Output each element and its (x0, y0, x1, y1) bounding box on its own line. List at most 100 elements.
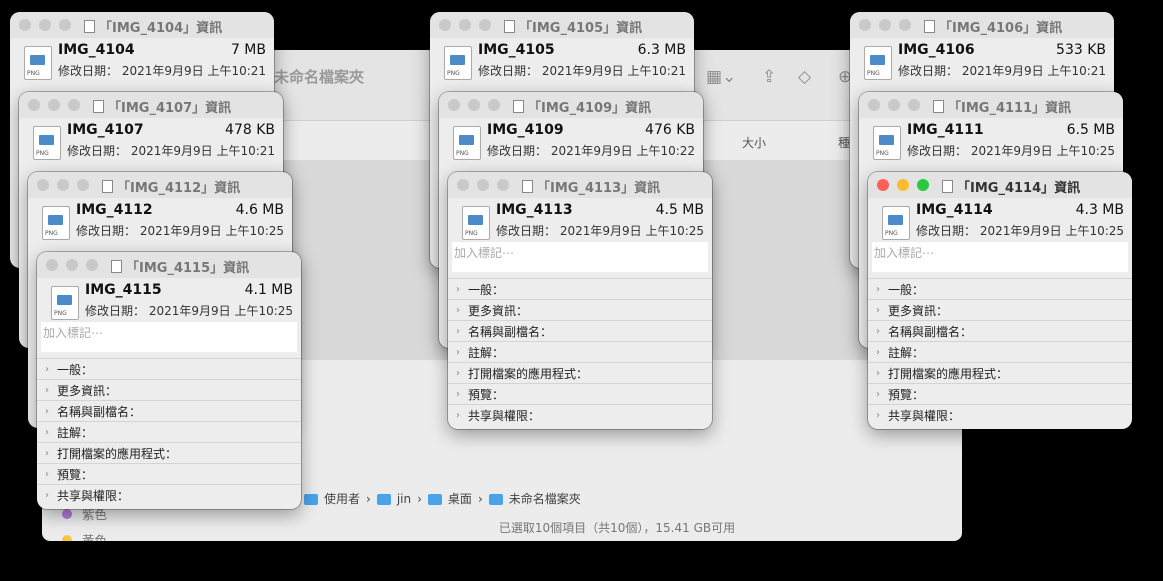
zoom-button[interactable] (488, 99, 500, 111)
share-icon[interactable]: ⇪ (762, 67, 776, 87)
chevron-right-icon: › (456, 367, 460, 379)
info-section[interactable]: › 一般： (868, 278, 1132, 299)
info-section[interactable]: › 註解： (868, 341, 1132, 362)
document-icon (111, 260, 122, 273)
info-section[interactable]: › 註解： (448, 341, 712, 362)
modified-date-value: 2021年9月9日 上午10:25 (970, 144, 1116, 158)
info-section[interactable]: › 打開檔案的應用程式： (448, 362, 712, 383)
close-button[interactable] (877, 179, 889, 191)
zoom-button[interactable] (59, 19, 71, 31)
close-button[interactable] (37, 179, 49, 191)
section-label: 註解： (468, 345, 505, 360)
info-section[interactable]: › 更多資訊： (37, 379, 301, 400)
close-button[interactable] (19, 19, 31, 31)
minimize-button[interactable] (477, 179, 489, 191)
status-bar: 已選取10個項目（共10個），15.41 GB可用 (498, 521, 736, 535)
zoom-button[interactable] (68, 99, 80, 111)
title-bar[interactable]: 「IMG_4113」資訊 (448, 172, 712, 198)
modified-date-value: 2021年9月9日 上午10:21 (121, 64, 267, 78)
modified-date: 修改日期： 2021年9月9日 上午10:22 (487, 142, 695, 159)
png-file-icon: PNG (873, 126, 901, 160)
modified-date: 修改日期： 2021年9月9日 上午10:21 (898, 62, 1106, 79)
path-segment[interactable]: 未命名檔案夾 (509, 490, 581, 507)
title-bar[interactable]: 「IMG_4109」資訊 (439, 92, 703, 118)
info-section[interactable]: › 共享與權限： (868, 404, 1132, 425)
tags-input[interactable]: 加入標記⋯ (452, 242, 708, 272)
info-section[interactable]: › 名稱與副檔名： (868, 320, 1132, 341)
minimize-button[interactable] (66, 259, 78, 271)
file-name: IMG_4115 (85, 282, 162, 298)
info-section[interactable]: › 共享與權限： (448, 404, 712, 425)
minimize-button[interactable] (879, 19, 891, 31)
column-header-kind[interactable]: 種 (838, 134, 850, 156)
zoom-button[interactable] (86, 259, 98, 271)
zoom-button[interactable] (899, 19, 911, 31)
document-icon (513, 100, 524, 113)
title-bar[interactable]: 「IMG_4106」資訊 (850, 12, 1114, 38)
png-file-icon: PNG (33, 126, 61, 160)
path-segment[interactable]: jin (397, 492, 411, 506)
close-button[interactable] (859, 19, 871, 31)
column-header-size[interactable]: 大小 (742, 134, 766, 156)
minimize-button[interactable] (888, 99, 900, 111)
minimize-button[interactable] (459, 19, 471, 31)
minimize-button[interactable] (897, 179, 909, 191)
zoom-button[interactable] (77, 179, 89, 191)
title-bar[interactable]: 「IMG_4112」資訊 (28, 172, 292, 198)
title-bar[interactable]: 「IMG_4104」資訊 (10, 12, 274, 38)
title-bar[interactable]: 「IMG_4107」資訊 (19, 92, 283, 118)
close-button[interactable] (448, 99, 460, 111)
document-icon (924, 20, 935, 33)
document-icon (522, 180, 533, 193)
info-section[interactable]: › 更多資訊： (868, 299, 1132, 320)
file-name: IMG_4104 (58, 42, 135, 58)
close-button[interactable] (46, 259, 58, 271)
info-window[interactable]: 「IMG_4114」資訊 PNG IMG_4114 4.3 MB 修改日期： 2021年… (868, 172, 1132, 429)
minimize-button[interactable] (57, 179, 69, 191)
close-button[interactable] (457, 179, 469, 191)
info-section[interactable]: › 打開檔案的應用程式： (868, 362, 1132, 383)
title-bar[interactable]: 「IMG_4105」資訊 (430, 12, 694, 38)
png-file-icon: PNG (51, 286, 79, 320)
zoom-button[interactable] (479, 19, 491, 31)
close-button[interactable] (439, 19, 451, 31)
info-section[interactable]: › 預覽： (448, 383, 712, 404)
window-title: 「IMG_4104」資訊 (84, 17, 222, 36)
zoom-button[interactable] (908, 99, 920, 111)
zoom-button[interactable] (497, 179, 509, 191)
info-section[interactable]: › 打開檔案的應用程式： (37, 442, 301, 463)
view-grid-icon[interactable]: ▦⌄ (706, 67, 736, 87)
minimize-button[interactable] (39, 19, 51, 31)
info-section[interactable]: › 更多資訊： (448, 299, 712, 320)
zoom-button[interactable] (917, 179, 929, 191)
info-window[interactable]: 「IMG_4115」資訊 PNG IMG_4115 4.1 MB 修改日期： 2021年… (37, 252, 301, 509)
window-title: 「IMG_4106」資訊 (924, 17, 1062, 36)
folder-icon (427, 494, 442, 505)
info-section[interactable]: › 預覽： (37, 463, 301, 484)
tags-input[interactable]: 加入標記⋯ (872, 242, 1128, 272)
close-button[interactable] (868, 99, 880, 111)
path-segment[interactable]: 桌面 (448, 490, 472, 507)
minimize-button[interactable] (468, 99, 480, 111)
info-section[interactable]: › 名稱與副檔名： (37, 400, 301, 421)
window-controls (457, 179, 509, 191)
info-section[interactable]: › 預覽： (868, 383, 1132, 404)
close-button[interactable] (28, 99, 40, 111)
title-bar[interactable]: 「IMG_4111」資訊 (859, 92, 1123, 118)
chevron-right-icon: › (456, 325, 460, 337)
window-controls (859, 19, 911, 31)
title-bar[interactable]: 「IMG_4114」資訊 (868, 172, 1132, 198)
info-window[interactable]: 「IMG_4113」資訊 PNG IMG_4113 4.5 MB 修改日期： 2021年… (448, 172, 712, 429)
title-bar[interactable]: 「IMG_4115」資訊 (37, 252, 301, 278)
info-section[interactable]: › 註解： (37, 421, 301, 442)
chevron-right-icon: › (876, 283, 880, 295)
tags-input[interactable]: 加入標記⋯ (41, 322, 297, 352)
chevron-right-icon: › (45, 363, 49, 375)
minimize-button[interactable] (48, 99, 60, 111)
tag-icon[interactable]: ◇ (798, 67, 811, 87)
info-section[interactable]: › 共享與權限： (37, 484, 301, 505)
info-section[interactable]: › 名稱與副檔名： (448, 320, 712, 341)
info-section[interactable]: › 一般： (448, 278, 712, 299)
path-segment[interactable]: 使用者 (324, 490, 360, 507)
info-section[interactable]: › 一般： (37, 358, 301, 379)
